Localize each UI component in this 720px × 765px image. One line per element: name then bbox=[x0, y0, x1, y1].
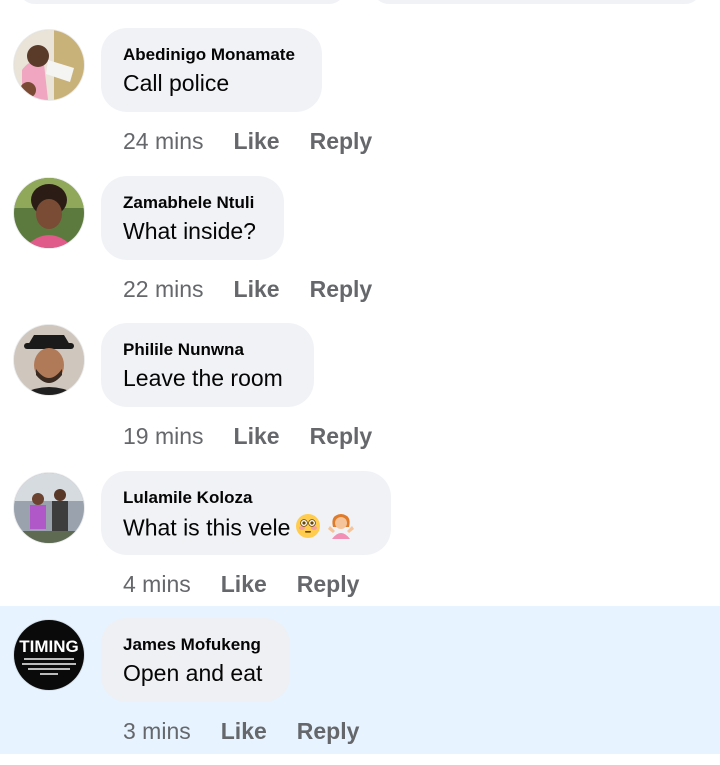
comment-actions: 3 mins Like Reply bbox=[123, 716, 359, 746]
avatar[interactable]: TIMING bbox=[14, 620, 84, 690]
comment-bubble[interactable]: Abedinigo Monamate Call police bbox=[101, 28, 322, 112]
comment-timestamp[interactable]: 3 mins bbox=[123, 716, 191, 746]
avatar-photo bbox=[14, 325, 84, 395]
avatar-photo bbox=[14, 178, 84, 248]
comment-author[interactable]: Philile Nunwna bbox=[123, 339, 292, 361]
avatar[interactable] bbox=[14, 178, 84, 248]
comment-item: Zamabhele Ntuli What inside? 22 mins Like… bbox=[0, 148, 720, 302]
comment-item: Philile Nunwna Leave the room 19 mins Lik… bbox=[0, 295, 720, 449]
reply-button[interactable]: Reply bbox=[297, 569, 360, 599]
avatar-logo-text: TIMING bbox=[19, 637, 79, 656]
avatar-photo bbox=[14, 473, 84, 543]
comment-text: What is this vele bbox=[123, 511, 369, 548]
like-button[interactable]: Like bbox=[221, 716, 267, 746]
comment-bubble[interactable]: Philile Nunwna Leave the room bbox=[101, 323, 314, 407]
avatar[interactable] bbox=[14, 30, 84, 100]
flushed-face-emoji bbox=[294, 512, 322, 547]
comment-text: Leave the room bbox=[123, 365, 283, 391]
comment-timestamp[interactable]: 4 mins bbox=[123, 569, 191, 599]
comment-bubble[interactable]: Zamabhele Ntuli What inside? bbox=[101, 176, 284, 260]
comment-bubble[interactable]: Lulamile Koloza What is this vele bbox=[101, 471, 391, 555]
comment-author[interactable]: James Mofukeng bbox=[123, 634, 268, 656]
comment-author[interactable]: Lulamile Koloza bbox=[123, 487, 369, 509]
reply-button[interactable]: Reply bbox=[297, 716, 360, 746]
comment-text: Call police bbox=[123, 70, 230, 96]
avatar[interactable] bbox=[14, 473, 84, 543]
comment-text-content: What is this vele bbox=[123, 514, 291, 541]
avatar-photo bbox=[14, 30, 84, 100]
like-button[interactable]: Like bbox=[221, 569, 267, 599]
comment-item: Abedinigo Monamate Call police 24 mins Li… bbox=[0, 0, 720, 154]
comment-text: What inside? bbox=[123, 218, 256, 244]
comment-actions: 4 mins Like Reply bbox=[123, 569, 359, 599]
comment-author[interactable]: Abedinigo Monamate bbox=[123, 44, 300, 66]
comment-text: Open and eat bbox=[123, 660, 263, 686]
comment-author[interactable]: Zamabhele Ntuli bbox=[123, 192, 262, 214]
comment-item-highlighted: TIMING James Mofukeng Open and eat 3 min… bbox=[0, 606, 720, 754]
woman-shrugging-emoji bbox=[326, 511, 356, 548]
comment-bubble[interactable]: James Mofukeng Open and eat bbox=[101, 618, 290, 702]
comments-feed: Abedinigo Monamate Call police 24 mins Li… bbox=[0, 0, 720, 765]
comment-item: Lulamile Koloza What is this vele 4 mins… bbox=[0, 443, 720, 597]
avatar[interactable] bbox=[14, 325, 84, 395]
avatar-photo: TIMING bbox=[14, 620, 84, 690]
